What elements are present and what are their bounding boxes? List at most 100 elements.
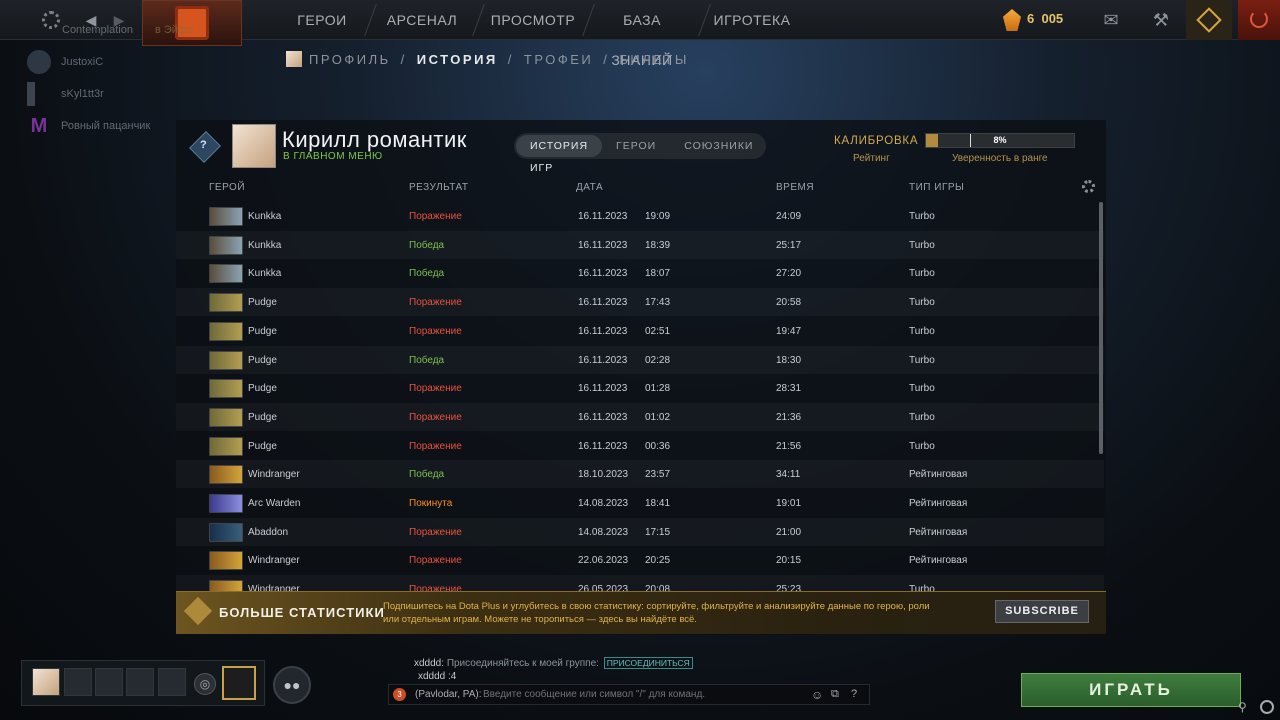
shards-icon[interactable] [1003, 9, 1021, 31]
column-result[interactable]: РЕЗУЛЬТАТ [409, 182, 468, 193]
match-duration: 19:47 [776, 325, 802, 337]
dota-plus-tab[interactable] [1186, 0, 1232, 40]
friend-item[interactable]: JustoxiC [27, 50, 103, 74]
match-list-scrollbar[interactable] [1099, 202, 1103, 454]
column-game-mode[interactable]: ТИП ИГРЫ [909, 182, 964, 193]
calibration-label: КАЛИБРОВКА [834, 135, 919, 147]
match-result: Поражение [409, 440, 462, 452]
friend-name: Contemplation [62, 24, 133, 36]
nav-arcade[interactable]: ИГРОТЕКА [712, 0, 792, 40]
match-duration: 19:01 [776, 498, 802, 509]
table-row[interactable]: Pudge Поражение 16.11.2023 00:36 21:56 Turbo [176, 432, 1104, 460]
table-row[interactable]: Pudge Победа 16.11.2023 02:28 18:30 Turbo [176, 346, 1104, 374]
chat-tools-icon[interactable]: ⧉ [831, 688, 839, 701]
mail-icon[interactable]: ✉ [1092, 0, 1130, 40]
battle-pass-icon[interactable] [222, 666, 256, 700]
friend-name: Ровный пацанчик [61, 120, 151, 132]
match-date: 16.11.2023 [578, 383, 628, 395]
column-hero[interactable]: ГЕРОЙ [209, 182, 245, 193]
nav-watch[interactable]: ПРОСМОТР [488, 0, 578, 40]
subscribe-button[interactable]: SUBSCRIBE [995, 600, 1089, 623]
nav-heroes[interactable]: ГЕРОИ [282, 0, 362, 40]
game-mode: Рейтинговая [909, 498, 968, 509]
table-row[interactable]: Windranger Поражение 22.06.2023 20:25 20:15 Р… [176, 546, 1104, 574]
windranger-hero-icon [209, 465, 243, 485]
table-settings-icon[interactable] [1082, 180, 1095, 193]
match-duration: 21:00 [776, 526, 802, 538]
tab-allies[interactable]: СОЮЗНИКИ [670, 135, 767, 157]
player-name: Кирилл романтик [282, 127, 467, 152]
match-time: 19:09 [645, 211, 671, 222]
hero-name: Kunkka [248, 239, 282, 251]
unread-count-badge: 3 [393, 688, 406, 701]
dota-plus-icon [1196, 7, 1222, 33]
game-mode: Turbo [909, 354, 935, 366]
party-slot-empty[interactable] [158, 668, 186, 696]
steam-icon[interactable] [1260, 700, 1274, 714]
tab-match-history[interactable]: ИСТОРИЯ ИГР [516, 135, 603, 174]
hero-name: Windranger [248, 469, 300, 481]
subnav-trophies[interactable]: ТРОФЕИ [524, 52, 593, 67]
subnav-profile[interactable]: ПРОФИЛЬ [309, 52, 391, 67]
match-duration: 21:56 [776, 440, 802, 452]
match-duration: 24:09 [776, 211, 802, 222]
join-party-button[interactable]: ПРИСОЕДИНИТЬСЯ [603, 657, 693, 669]
rank-confidence-label: Уверенность в ранге [952, 153, 1048, 164]
match-time: 17:43 [645, 297, 671, 309]
friend-item[interactable]: Contemplation в Эйфо [62, 18, 193, 42]
table-row[interactable]: Abaddon Поражение 14.08.2023 17:15 21:00 Рейт… [176, 518, 1104, 546]
subnav-tickets[interactable]: БИЛЕТЫ [619, 52, 689, 67]
column-duration[interactable]: ВРЕМЯ [776, 182, 814, 193]
chat-input[interactable]: Введите сообщение или символ "/" для ком… [483, 689, 705, 700]
match-date: 14.08.2023 [578, 498, 629, 509]
emoji-icon[interactable]: ☺ [811, 688, 823, 702]
match-time: 18:07 [645, 268, 671, 280]
help-icon[interactable]: ? [851, 688, 857, 700]
exit-button[interactable] [1238, 0, 1280, 40]
table-row[interactable]: Pudge Поражение 16.11.2023 02:51 19:47 Turbo [176, 317, 1104, 345]
party-slot-empty[interactable] [64, 668, 92, 696]
rank-confidence-bar: 8% [925, 133, 1075, 148]
pudge-hero-icon [209, 293, 243, 313]
table-row[interactable]: Kunkka Победа 16.11.2023 18:07 27:20 Turbo [176, 259, 1104, 287]
game-mode: Turbo [909, 211, 935, 222]
match-result: Поражение [409, 411, 462, 423]
column-date[interactable]: ДАТА [576, 182, 603, 193]
tab-heroes[interactable]: ГЕРОИ [602, 135, 670, 157]
table-row[interactable]: Arc Warden Покинута 14.08.2023 18:41 19:01 Ре… [176, 489, 1104, 517]
table-row[interactable]: Pudge Поражение 16.11.2023 17:43 20:58 Turbo [176, 288, 1104, 316]
table-row[interactable]: Pudge Поражение 16.11.2023 01:02 21:36 Turbo [176, 403, 1104, 431]
party-slot-empty[interactable] [126, 668, 154, 696]
table-row[interactable]: Kunkka Поражение 16.11.2023 19:09 24:09 Turbo [176, 202, 1104, 230]
nav-knowledge-base[interactable]: БАЗА ЗНАНИЙ [594, 0, 690, 68]
profile-avatar-small [286, 51, 302, 67]
shards-count-b: 005 [1041, 11, 1064, 26]
play-button[interactable]: ИГРАТЬ [1021, 673, 1241, 707]
match-result: Покинута [409, 498, 453, 509]
friend-item[interactable]: sKyl1tt3r [27, 82, 104, 106]
kunkka-hero-icon [209, 264, 243, 284]
armory-icon[interactable]: ⚒ [1142, 0, 1180, 40]
pudge-hero-icon [209, 436, 243, 456]
table-row[interactable]: Pudge Поражение 16.11.2023 01:28 28:31 Turbo [176, 374, 1104, 402]
friend-item[interactable]: M Ровный пацанчик [27, 114, 151, 138]
game-mode: Turbo [909, 411, 935, 423]
match-result: Победа [409, 354, 445, 366]
table-row[interactable]: Kunkka Победа 16.11.2023 18:39 25:17 Turbo [176, 231, 1104, 259]
match-result: Поражение [409, 297, 462, 309]
match-duration: 20:15 [776, 555, 802, 567]
microphone-icon[interactable]: ⚲ [1238, 700, 1247, 714]
party-slot-self[interactable] [32, 668, 60, 696]
profile-avatar[interactable] [232, 124, 276, 168]
match-time: 18:41 [645, 498, 671, 509]
nav-arsenal[interactable]: АРСЕНАЛ [382, 0, 462, 40]
chat-channel[interactable]: (Pavlodar, PA): [415, 689, 482, 700]
unknown-rank-icon: ? [200, 139, 207, 151]
voice-icon[interactable]: ◎ [194, 673, 216, 695]
match-date: 16.11.2023 [578, 325, 628, 337]
party-finder-icon[interactable]: ●● [273, 666, 311, 704]
chat-input-bar[interactable]: 3 (Pavlodar, PA): Введите сообщение или … [388, 684, 870, 705]
party-slot-empty[interactable] [95, 668, 123, 696]
table-row[interactable]: Windranger Победа 18.10.2023 23:57 34:11 Рейт… [176, 460, 1104, 488]
subnav-history[interactable]: ИСТОРИЯ [417, 52, 498, 67]
